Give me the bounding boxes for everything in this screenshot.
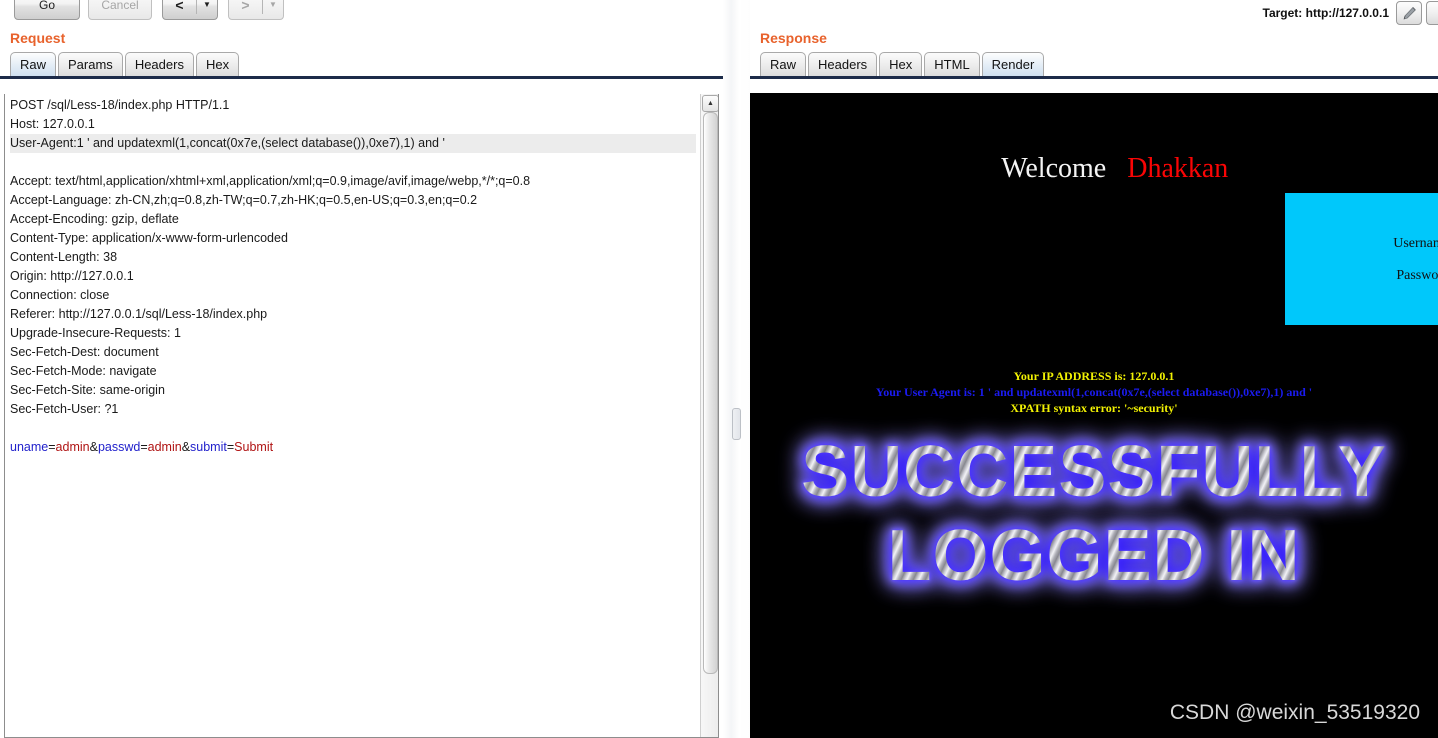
request-line: User-Agent:1 ' and updatexml(1,concat(0x… (10, 134, 696, 153)
pane-splitter[interactable] (723, 0, 750, 738)
request-line: Content-Type: application/x-www-form-url… (10, 231, 288, 245)
cancel-button[interactable]: Cancel (88, 0, 152, 20)
request-line: Accept-Encoding: gzip, deflate (10, 212, 179, 226)
request-tab-hex-label: Hex (205, 57, 230, 72)
back-chevron-down-icon[interactable]: ▼ (197, 0, 217, 19)
body-param-value: Submit (234, 440, 274, 454)
request-editor[interactable]: POST /sql/Less-18/index.php HTTP/1.1 Hos… (4, 94, 719, 738)
target-label: Target: http://127.0.0.1 (1262, 6, 1389, 20)
request-line: POST /sql/Less-18/index.php HTTP/1.1 (10, 98, 230, 112)
request-line: Referer: http://127.0.0.1/sql/Less-18/in… (10, 307, 268, 321)
response-tab-raw-label: Raw (770, 57, 797, 72)
response-tab-underline (750, 76, 1438, 79)
username-label: Username (1393, 236, 1438, 251)
target-area: Target: http://127.0.0.1 (1263, 0, 1438, 26)
welcome-prefix: Welcome (1001, 153, 1107, 184)
xpath-error-line: XPATH syntax error: '~security' (1010, 401, 1178, 415)
pencil-icon[interactable] (1396, 1, 1422, 25)
password-label: Password (1396, 268, 1438, 283)
response-render-viewport: Welcome Dhakkan Username Password Your I… (750, 93, 1438, 738)
request-line: Sec-Fetch-Dest: document (10, 345, 159, 359)
response-tab-html-label: HTML (934, 57, 970, 72)
request-line: Accept-Language: zh-CN,zh;q=0.8,zh-TW;q=… (10, 193, 478, 207)
response-pane: Response Raw Headers Hex HTML Render (750, 30, 1438, 79)
response-tab-hex[interactable]: Hex (879, 52, 923, 76)
scroll-up-icon[interactable]: ▲ (702, 95, 718, 112)
response-tab-raw[interactable]: Raw (760, 52, 807, 76)
request-raw-text[interactable]: POST /sql/Less-18/index.php HTTP/1.1 Hos… (10, 96, 696, 457)
login-form-box: Username Password (1285, 193, 1438, 325)
request-line: Sec-Fetch-Site: same-origin (10, 383, 165, 397)
request-line: Host: 127.0.0.1 (10, 117, 95, 131)
burp-repeater-window: Go Cancel < ▼ > ▼ Target: http://127.0.0… (0, 0, 1438, 738)
request-tab-hex[interactable]: Hex (195, 52, 240, 76)
request-pane-title: Request (10, 30, 66, 46)
request-tab-headers[interactable]: Headers (124, 52, 194, 76)
go-button-label: Go (38, 0, 55, 12)
request-line: Origin: http://127.0.0.1 (10, 269, 134, 283)
request-line: Content-Length: 38 (10, 250, 118, 264)
user-agent-line: Your User Agent is: 1 ' and updatexml(1,… (875, 385, 1313, 399)
banner-line-1: SUCCESSFULLY (750, 430, 1438, 514)
sqli-output-block: Your IP ADDRESS is: 127.0.0.1 Your User … (750, 368, 1438, 416)
request-line: Connection: close (10, 288, 110, 302)
request-line: Accept: text/html,application/xhtml+xml,… (10, 174, 531, 188)
response-tab-html[interactable]: HTML (924, 52, 980, 76)
request-blank-line (10, 419, 696, 438)
response-tab-headers-label: Headers (818, 57, 868, 72)
forward-arrow-icon: > (241, 0, 250, 13)
csdn-watermark: CSDN @weixin_53519320 (1169, 701, 1420, 724)
response-tab-hex-label: Hex (889, 57, 913, 72)
response-tab-render-label: Render (991, 57, 1035, 72)
request-line: Sec-Fetch-User: ?1 (10, 402, 119, 416)
scrollbar-thumb[interactable] (703, 112, 718, 674)
response-tab-render[interactable]: Render (981, 52, 1045, 76)
body-param-name: uname (10, 440, 49, 454)
cancel-button-label: Cancel (101, 0, 139, 12)
forward-chevron-down-icon[interactable]: ▼ (263, 0, 283, 19)
request-tab-headers-label: Headers (134, 57, 184, 72)
request-line: Sec-Fetch-Mode: navigate (10, 364, 157, 378)
response-pane-title: Response (760, 30, 827, 46)
request-body-line: uname=admin&passwd=admin&submit=Submit (10, 440, 274, 454)
back-arrow-icon: < (175, 0, 184, 13)
back-button[interactable]: < ▼ (162, 0, 218, 20)
request-tab-raw[interactable]: Raw (10, 52, 57, 76)
ip-address-line: Your IP ADDRESS is: 127.0.0.1 (1013, 369, 1175, 383)
request-tab-raw-label: Raw (20, 57, 47, 72)
toolbar: Go Cancel < ▼ > ▼ Target: http://127.0.0… (0, 0, 1438, 26)
forward-button[interactable]: > ▼ (228, 0, 284, 20)
banner-line-2: LOGGED IN (750, 514, 1438, 598)
request-tab-underline (0, 76, 733, 79)
welcome-user-name: Dhakkan (1127, 153, 1229, 184)
splitter-grip[interactable] (732, 408, 741, 440)
logged-in-banner: SUCCESSFULLY LOGGED IN (750, 430, 1438, 598)
target-extra-button[interactable] (1426, 1, 1438, 25)
body-param-value: admin (147, 440, 182, 454)
body-param-name: passwd (97, 440, 141, 454)
request-line: Upgrade-Insecure-Requests: 1 (10, 326, 181, 340)
request-vertical-scrollbar[interactable]: ▲ (700, 94, 718, 737)
body-param-value: admin (55, 440, 90, 454)
response-tabs: Raw Headers Hex HTML Render (750, 52, 1438, 79)
request-tab-params[interactable]: Params (58, 52, 123, 76)
body-param-name: submit (190, 440, 227, 454)
response-tab-headers[interactable]: Headers (808, 52, 878, 76)
request-pane: Request Raw Params Headers Hex (0, 30, 733, 79)
request-tab-params-label: Params (68, 57, 113, 72)
request-tabs: Raw Params Headers Hex (0, 52, 733, 79)
go-button[interactable]: Go (14, 0, 80, 20)
